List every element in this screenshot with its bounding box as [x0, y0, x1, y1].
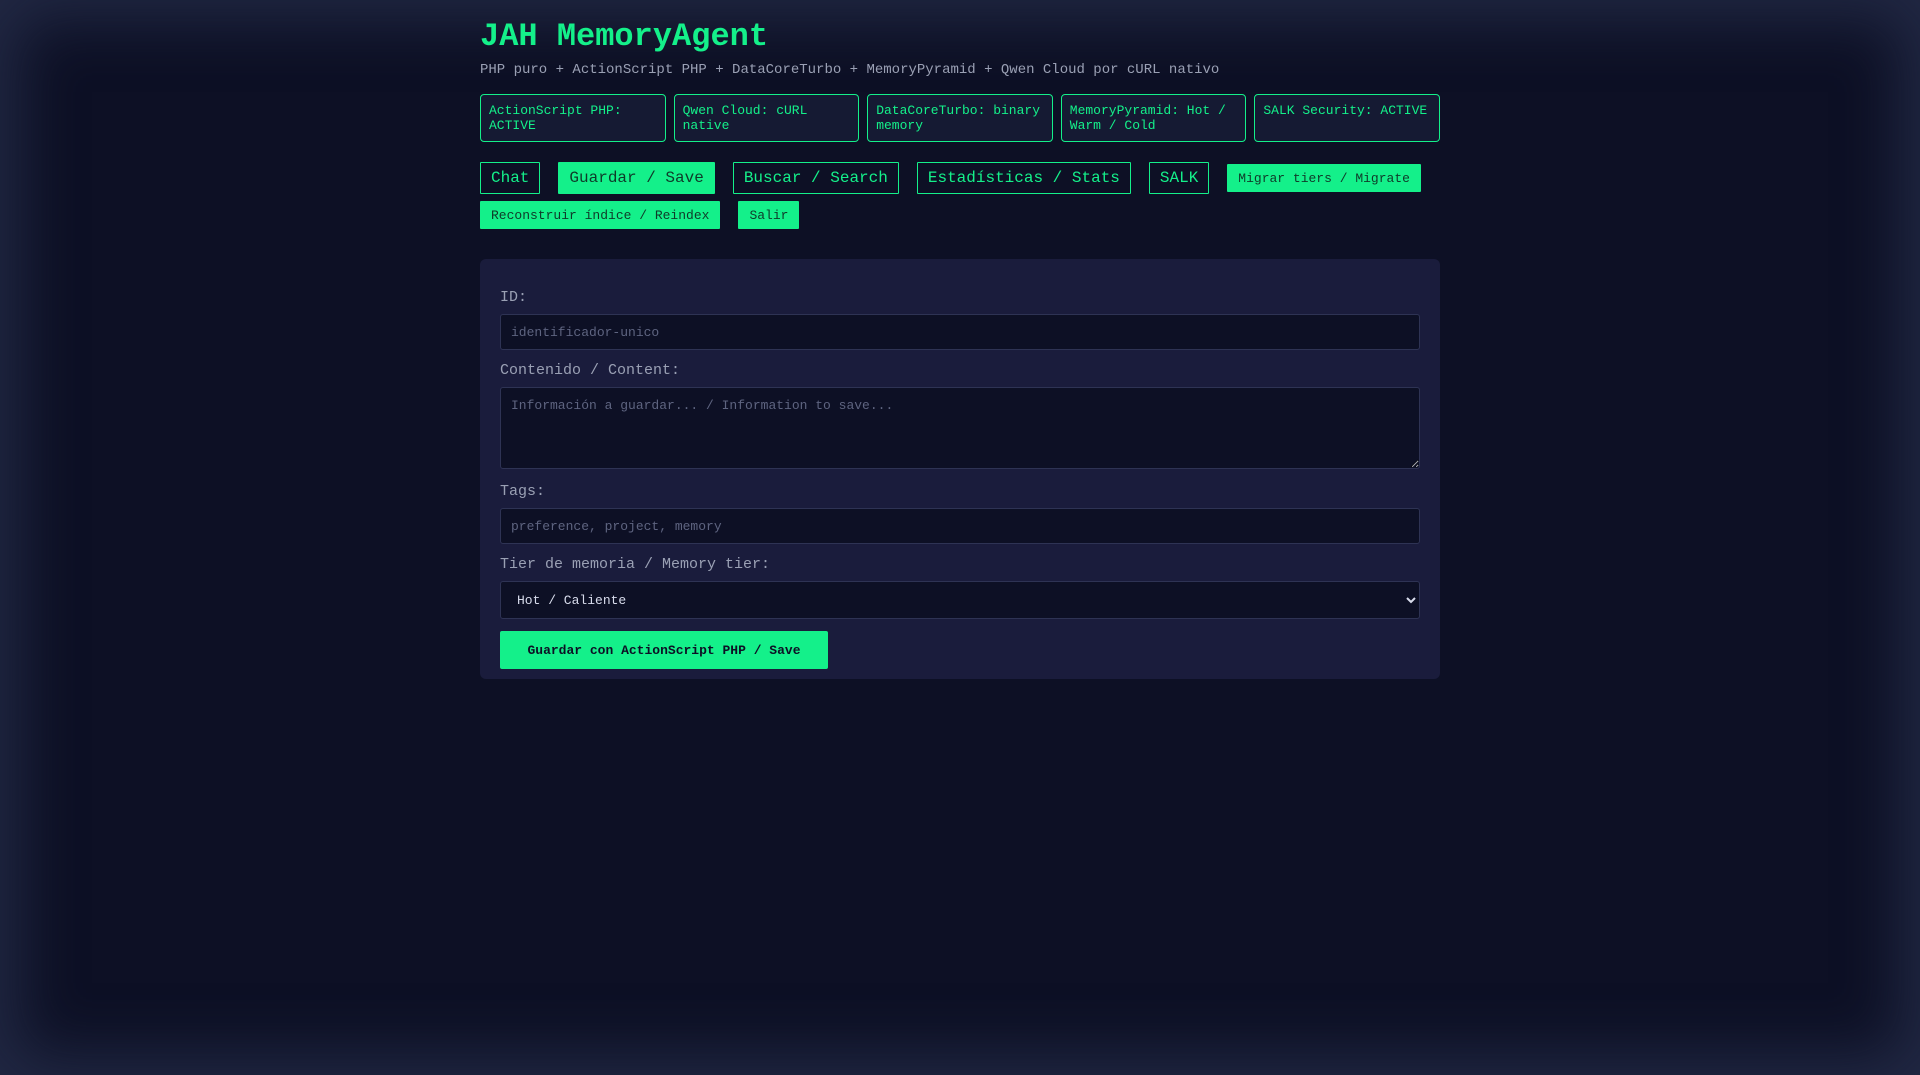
- tier-select[interactable]: Hot / Caliente: [500, 581, 1420, 619]
- status-card-pyramid: MemoryPyramid: Hot / Warm / Cold: [1060, 94, 1247, 142]
- migrate-tiers-button[interactable]: Migrar tiers / Migrate: [1227, 164, 1421, 192]
- page-title: JAH MemoryAgent: [480, 18, 769, 55]
- nav-save-button[interactable]: Guardar / Save: [558, 162, 715, 194]
- reindex-button[interactable]: Reconstruir índice / Reindex: [480, 201, 721, 229]
- status-card-datacore: DataCoreTurbo: binary memory: [867, 94, 1053, 142]
- status-cards: ActionScript PHP: ACTIVE Qwen Cloud: cUR…: [480, 94, 1440, 142]
- logout-button[interactable]: Salir: [738, 201, 800, 229]
- status-card-qwen: Qwen Cloud: cURL native: [673, 94, 860, 142]
- nav-salk-button[interactable]: SALK: [1148, 162, 1210, 194]
- nav-search-button[interactable]: Buscar / Search: [732, 162, 899, 194]
- content-textarea[interactable]: [500, 387, 1420, 469]
- tier-label: Tier de memoria / Memory tier:: [500, 556, 771, 573]
- page: JAH MemoryAgent PHP puro + ActionScript …: [0, 0, 1920, 1075]
- save-memory-button[interactable]: Guardar con ActionScript PHP / Save: [500, 631, 828, 669]
- tags-label: Tags:: [500, 483, 546, 500]
- status-card-salk: SALK Security: ACTIVE: [1254, 94, 1440, 142]
- content-label: Contenido / Content:: [500, 362, 681, 379]
- nav-chat-button[interactable]: Chat: [480, 162, 541, 194]
- id-label: ID:: [500, 289, 528, 306]
- tags-input[interactable]: [500, 508, 1420, 544]
- nav-bar-secondary: Reconstruir índice / Reindex Salir: [480, 201, 817, 229]
- nav-stats-button[interactable]: Estadísticas / Stats: [916, 162, 1131, 194]
- nav-bar: Chat Guardar / Save Buscar / Search Esta…: [480, 162, 1439, 194]
- page-subtitle: PHP puro + ActionScript PHP + DataCoreTu…: [480, 62, 1220, 78]
- id-input[interactable]: [500, 314, 1420, 350]
- status-card-actionscript: ActionScript PHP: ACTIVE: [480, 94, 666, 142]
- save-memory-form: ID: Contenido / Content: Tags: Tier de m…: [480, 259, 1440, 679]
